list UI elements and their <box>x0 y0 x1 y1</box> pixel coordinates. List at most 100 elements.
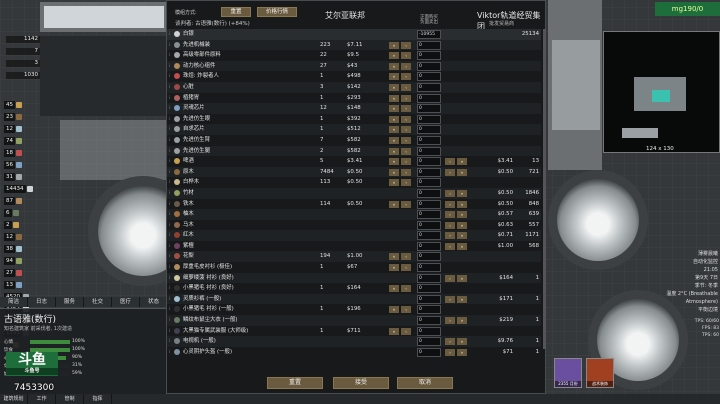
resource-row[interactable]: 14434 <box>4 184 64 193</box>
trade-count-input[interactable]: 0 <box>417 347 441 357</box>
buy-one-button[interactable]: › <box>445 242 455 250</box>
resource-row[interactable]: 87 <box>4 196 64 205</box>
trade-count-input[interactable]: 0 <box>417 82 441 92</box>
buy-one-button[interactable]: › <box>445 221 455 229</box>
main-tab[interactable]: 医疗 <box>112 297 140 307</box>
sell-all-button[interactable]: « <box>389 327 399 335</box>
info-icon[interactable]: i <box>167 285 172 291</box>
trade-count-input[interactable]: -10955 <box>417 30 441 39</box>
bottom-command-button[interactable]: 建筑规划 <box>0 394 28 404</box>
info-icon[interactable]: i <box>167 296 172 302</box>
resource-row[interactable]: 12 <box>4 232 64 241</box>
info-icon[interactable]: i <box>167 158 172 164</box>
sell-one-button[interactable]: ‹ <box>401 285 411 293</box>
trade-count-input[interactable]: 0 <box>417 294 441 304</box>
buy-one-button[interactable]: › <box>445 168 455 176</box>
bottom-command-button[interactable]: 工作 <box>28 394 56 404</box>
sell-all-button[interactable]: « <box>389 158 399 166</box>
trade-count-input[interactable]: 0 <box>417 167 441 177</box>
info-icon[interactable]: i <box>167 306 172 312</box>
sell-one-button[interactable]: ‹ <box>401 147 411 155</box>
trade-count-input[interactable]: 0 <box>417 146 441 156</box>
trade-count-input[interactable]: 0 <box>417 114 441 124</box>
trade-count-input[interactable]: 0 <box>417 316 441 326</box>
resource-row[interactable]: 31 <box>4 172 64 181</box>
trade-count-input[interactable]: 0 <box>417 210 441 220</box>
trade-row[interactable]: i 灵魂芯片 12 $148 «‹ 0 <box>167 103 541 114</box>
info-icon[interactable]: i <box>167 105 172 111</box>
sell-one-button[interactable]: ‹ <box>401 83 411 91</box>
trade-row[interactable]: i 心脏 3 $142 «‹ 0 <box>167 81 541 93</box>
sell-one-button[interactable]: ‹ <box>401 264 411 272</box>
main-tab[interactable]: 状态 <box>140 297 168 307</box>
info-icon[interactable]: i <box>167 95 172 101</box>
sell-one-button[interactable]: ‹ <box>401 41 411 49</box>
trade-row[interactable]: i 马木 0 ›» $0.63 557 <box>167 220 541 231</box>
trade-count-input[interactable]: 0 <box>417 188 441 198</box>
sell-one-button[interactable]: ‹ <box>401 168 411 176</box>
bottom-command-button[interactable]: 指挥 <box>84 394 112 404</box>
sell-one-button[interactable]: ‹ <box>401 73 411 81</box>
trade-row[interactable]: i 植猪胃 1 $293 «‹ 0 <box>167 93 541 104</box>
info-icon[interactable]: i <box>167 190 172 196</box>
buy-all-button[interactable]: » <box>457 211 467 219</box>
trade-row[interactable]: i 自求芯片 1 $512 «‹ 0 <box>167 124 541 135</box>
trade-row[interactable]: i 电视机 (一般) 0 ›» $9.76 1 <box>167 336 541 347</box>
sell-all-button[interactable]: « <box>389 62 399 70</box>
resource-row[interactable]: 94 <box>4 256 64 265</box>
buy-one-button[interactable]: › <box>445 274 455 282</box>
buy-all-button[interactable]: » <box>457 200 467 208</box>
skill-icon-2[interactable]: 战术装饰 <box>586 358 614 388</box>
trade-count-input[interactable]: 0 <box>417 40 441 50</box>
info-icon[interactable]: i <box>167 328 172 334</box>
main-tab[interactable]: 简洁 <box>0 297 28 307</box>
reset-button[interactable]: 重置 <box>267 377 323 389</box>
sell-one-button[interactable]: ‹ <box>401 115 411 123</box>
buy-all-button[interactable]: » <box>457 242 467 250</box>
buy-one-button[interactable]: › <box>445 317 455 325</box>
skill-icon-1[interactable]: 2355 月份 <box>554 358 582 388</box>
trade-row[interactable]: i 大黑猫专属武装服 (大师级) 1 $711 «‹ 0 <box>167 326 541 337</box>
main-tab[interactable]: 服务 <box>56 297 84 307</box>
trade-list-scrollbar[interactable] <box>543 29 546 349</box>
trade-row[interactable]: i 先进机械装 223 $7.11 «‹ 0 <box>167 39 541 51</box>
sell-all-button[interactable]: « <box>389 253 399 261</box>
trade-count-input[interactable]: 0 <box>417 157 441 167</box>
reset-mode-button[interactable]: 重置 <box>221 7 251 17</box>
buy-one-button[interactable]: › <box>445 158 455 166</box>
sell-all-button[interactable]: « <box>389 94 399 102</box>
trade-row[interactable]: i 先进仿生眼 1 $392 «‹ 0 <box>167 114 541 125</box>
main-tab[interactable]: 社交 <box>84 297 112 307</box>
trade-count-input[interactable]: 0 <box>417 231 441 241</box>
resource-row[interactable]: 38 <box>4 244 64 253</box>
accept-button[interactable]: 接受 <box>333 377 389 389</box>
trade-count-input[interactable]: 0 <box>417 135 441 145</box>
trade-row[interactable]: i 先进仿生臂 7 $582 «‹ 0 <box>167 135 541 146</box>
info-icon[interactable]: i <box>167 169 172 175</box>
trade-row[interactable]: i 紫檀 0 ›» $1.00 568 <box>167 241 541 252</box>
sell-one-button[interactable]: ‹ <box>401 105 411 113</box>
info-icon[interactable]: i <box>167 31 172 37</box>
colonist-inspect-panel[interactable]: 古语雅(数行) 知名建筑家 前采伐者, 1次建造 心情100%饮食100%心情9… <box>0 308 168 394</box>
buy-all-button[interactable]: » <box>457 189 467 197</box>
info-icon[interactable]: i <box>167 253 172 259</box>
buy-one-button[interactable]: › <box>445 232 455 240</box>
buy-one-button[interactable]: › <box>445 200 455 208</box>
sell-all-button[interactable]: « <box>389 136 399 144</box>
buy-all-button[interactable]: » <box>457 348 467 356</box>
info-icon[interactable]: i <box>167 338 172 344</box>
trade-count-input[interactable]: 0 <box>417 284 441 294</box>
trade-count-input[interactable]: 0 <box>417 51 441 61</box>
info-icon[interactable]: i <box>167 232 172 238</box>
sell-all-button[interactable]: « <box>389 285 399 293</box>
sell-all-button[interactable]: « <box>389 105 399 113</box>
trade-count-input[interactable]: 0 <box>417 220 441 230</box>
trade-count-input[interactable]: 0 <box>417 337 441 347</box>
game-viewport[interactable]: mg190/0 1142 7 3 1030 45 23 12 74 18 56 31 14434 87… <box>0 0 720 404</box>
trade-row[interactable]: i 柚木 0 ›» $0.57 639 <box>167 209 541 220</box>
sell-one-button[interactable]: ‹ <box>401 126 411 134</box>
trade-count-input[interactable]: 0 <box>417 93 441 103</box>
info-icon[interactable]: i <box>167 52 172 58</box>
info-icon[interactable]: i <box>167 222 172 228</box>
trade-row[interactable]: i 先进仿生腿 2 $582 «‹ 0 <box>167 145 541 157</box>
